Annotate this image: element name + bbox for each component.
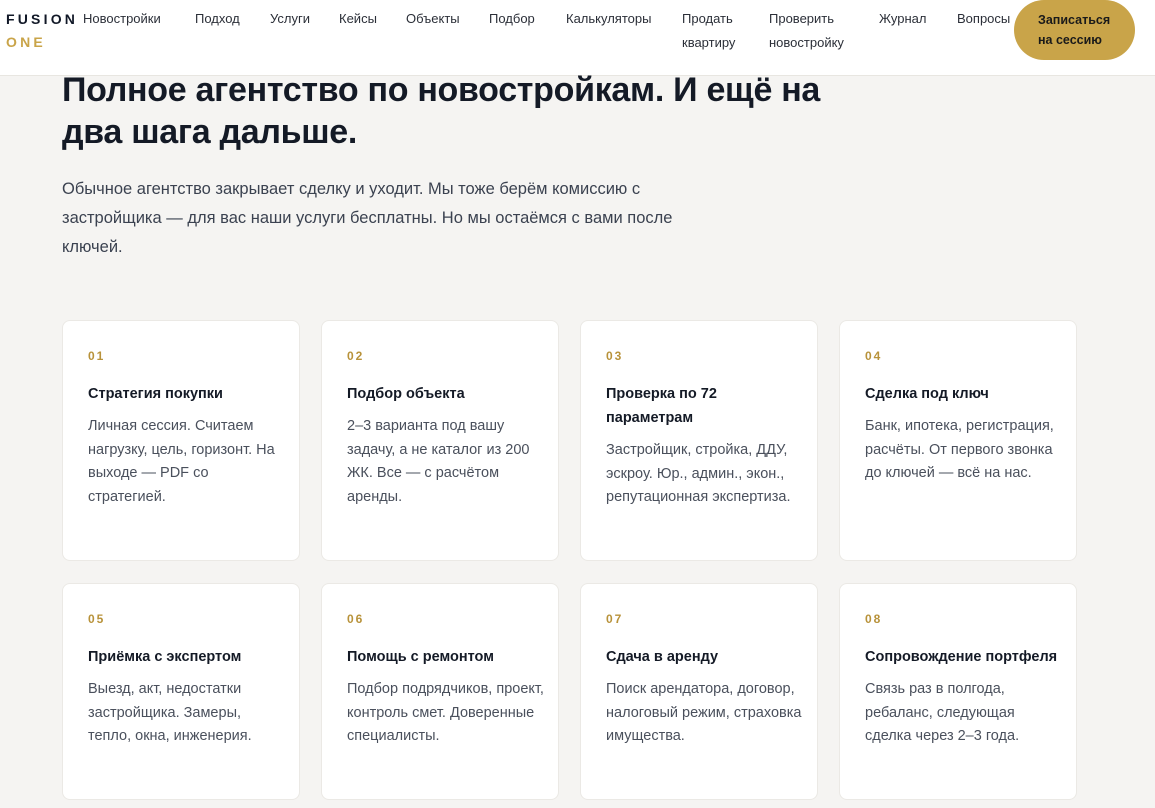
- service-description: Личная сессия. Считаем нагрузку, цель, г…: [88, 418, 275, 506]
- service-card: 06 Помощь с ремонтом Подбор подрядчиков,…: [321, 583, 559, 800]
- service-description: Подбор подрядчиков, проект, контроль сме…: [347, 681, 544, 745]
- service-title: Сопровождение портфеля: [865, 649, 1058, 665]
- service-card: 01 Стратегия покупки Личная сессия. Счит…: [62, 320, 300, 561]
- service-description: Застройщик, стройка, ДДУ, эскроу. Юр., а…: [606, 442, 791, 506]
- nav-link-check-building[interactable]: Проверить новостройку: [769, 7, 861, 55]
- nav-link-calculators[interactable]: Калькуляторы: [566, 7, 651, 31]
- service-card: 05 Приёмка с экспертом Выезд, акт, недос…: [62, 583, 300, 800]
- service-card: 03 Проверка по 72 параметрам Застройщик,…: [580, 320, 818, 561]
- logo-wordmark-bottom: ONE: [6, 34, 46, 50]
- hero-lead: Обычное агентство закрывает сделку и ухо…: [62, 180, 673, 256]
- service-description: Банк, ипотека, регистрация, расчёты. От …: [865, 418, 1054, 482]
- service-card: 04 Сделка под ключ Банк, ипотека, регист…: [839, 320, 1077, 561]
- service-description: Выезд, акт, недостатки застройщика. Заме…: [88, 681, 252, 745]
- logo-wordmark-top: FUSION: [6, 11, 79, 27]
- nav-link-novostroyki[interactable]: Новостройки: [83, 7, 161, 31]
- service-number: 08: [865, 612, 883, 626]
- service-title: Стратегия покупки: [88, 386, 223, 402]
- nav-link-sell-apartment[interactable]: Продать квартиру: [682, 7, 754, 55]
- nav-link-approach[interactable]: Подход: [195, 7, 240, 31]
- logo[interactable]: FUSION ONE: [6, 8, 78, 54]
- service-number: 01: [88, 349, 106, 363]
- service-title: Подбор объекта: [347, 386, 465, 402]
- service-description: 2–3 варианта под вашу задачу, а не катал…: [347, 418, 530, 506]
- service-description: Поиск арендатора, договор, налоговый реж…: [606, 681, 802, 745]
- page-title: Полное агентство по новостройкам. И ещё …: [62, 71, 821, 151]
- service-number: 06: [347, 612, 365, 626]
- book-session-button[interactable]: Записаться на сессию: [1014, 0, 1135, 60]
- service-description: Связь раз в полгода, ребаланс, следующая…: [865, 681, 1020, 745]
- service-number: 07: [606, 612, 624, 626]
- service-title: Сделка под ключ: [865, 386, 989, 402]
- service-title: Приёмка с экспертом: [88, 649, 242, 665]
- service-title: Проверка по 72 параметрам: [606, 386, 717, 426]
- service-card: 07 Сдача в аренду Поиск арендатора, дого…: [580, 583, 818, 800]
- service-number: 04: [865, 349, 883, 363]
- nav-link-faq[interactable]: Вопросы: [957, 7, 1010, 31]
- service-title: Сдача в аренду: [606, 649, 719, 665]
- nav-link-selection[interactable]: Подбор: [489, 7, 535, 31]
- service-number: 02: [347, 349, 365, 363]
- nav-link-cases[interactable]: Кейсы: [339, 7, 377, 31]
- nav-link-objects[interactable]: Объекты: [406, 7, 460, 31]
- service-card: 08 Сопровождение портфеля Связь раз в по…: [839, 583, 1077, 800]
- site-header: FUSION ONE Новостройки Подход Услуги Кей…: [0, 0, 1155, 76]
- service-card: 02 Подбор объекта 2–3 варианта под вашу …: [321, 320, 559, 561]
- service-title: Помощь с ремонтом: [347, 649, 494, 665]
- service-number: 03: [606, 349, 624, 363]
- service-number: 05: [88, 612, 106, 626]
- nav-link-services[interactable]: Услуги: [270, 7, 310, 31]
- nav-link-journal[interactable]: Журнал: [879, 7, 926, 31]
